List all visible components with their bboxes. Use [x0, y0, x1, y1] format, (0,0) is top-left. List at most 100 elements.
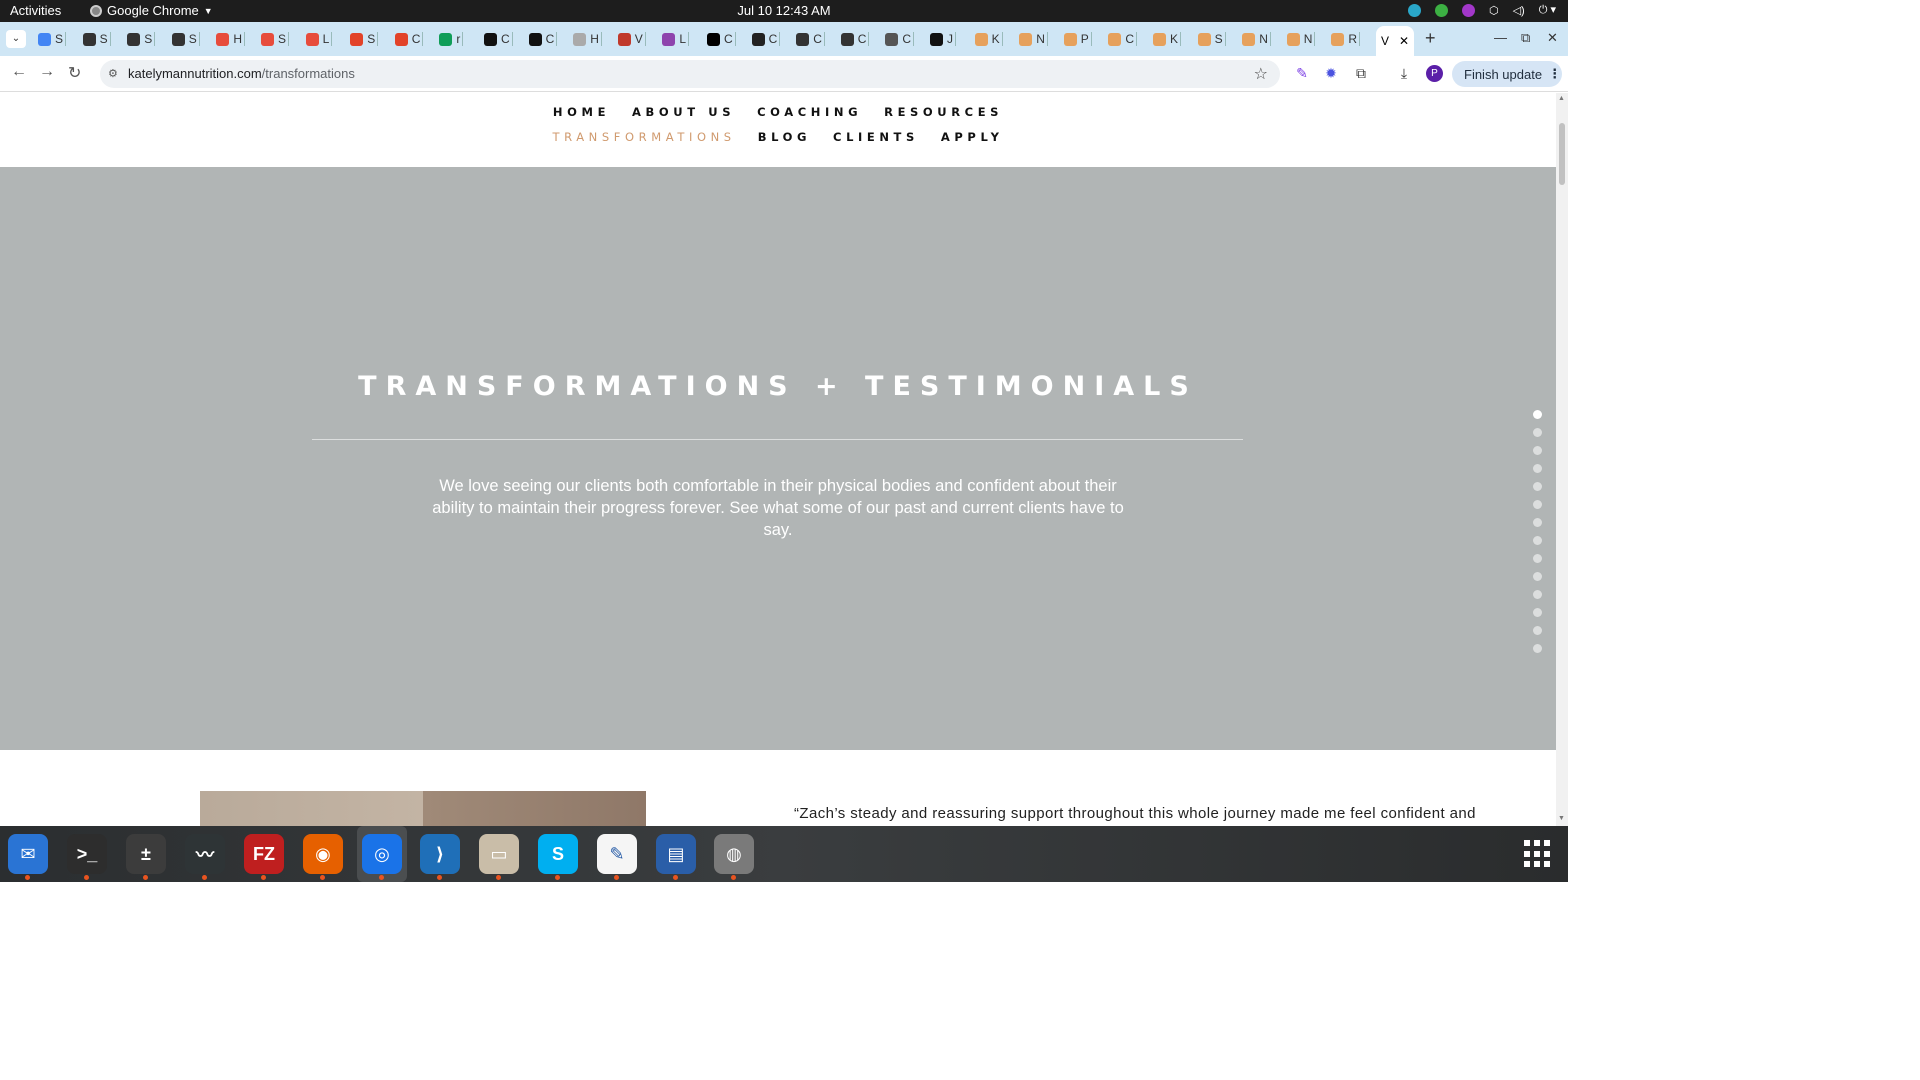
disk-utility-icon[interactable]: ◍ — [714, 834, 754, 880]
browser-tab[interactable]: R — [1331, 28, 1361, 50]
section-dot[interactable] — [1533, 590, 1542, 599]
browser-tab[interactable]: S — [350, 28, 379, 50]
browser-tab[interactable]: H — [573, 28, 602, 50]
forward-button[interactable]: → — [39, 63, 55, 81]
files-icon[interactable]: ▭ — [479, 834, 519, 880]
section-dot[interactable] — [1533, 464, 1542, 473]
browser-tab[interactable]: C — [528, 28, 558, 50]
browser-tab[interactable]: L — [662, 28, 690, 50]
nav-link-apply[interactable]: APPLY — [941, 130, 1004, 144]
scroll-up-arrow[interactable]: ▲ — [1558, 95, 1565, 102]
section-dot[interactable] — [1533, 554, 1542, 563]
profile-avatar[interactable]: P — [1426, 65, 1443, 82]
browser-tab[interactable]: S — [127, 28, 156, 50]
browser-tab[interactable]: P — [1063, 28, 1092, 50]
section-dot[interactable] — [1533, 626, 1542, 635]
system-tray[interactable]: ⬡ ◁) ⏻ ▾ — [1407, 3, 1556, 17]
filezilla-icon[interactable]: FZ — [244, 834, 284, 880]
browser-tab[interactable]: S — [171, 28, 200, 50]
browser-tab[interactable]: C — [1108, 28, 1138, 50]
section-dot[interactable] — [1533, 410, 1542, 419]
activities-button[interactable]: Activities — [10, 3, 61, 18]
browser-tab[interactable]: J — [930, 28, 956, 50]
address-bar[interactable]: ⚙ katelymannutrition.com/transformations… — [100, 60, 1280, 88]
browser-tab[interactable]: N — [1242, 28, 1271, 50]
tab-search-button[interactable]: ⌄ — [6, 30, 26, 48]
section-dot[interactable] — [1533, 500, 1542, 509]
thunderbird-icon[interactable]: ✉ — [8, 834, 48, 880]
browser-tab[interactable]: K — [1153, 28, 1182, 50]
back-button[interactable]: ← — [11, 63, 27, 81]
browser-tab[interactable]: r — [439, 28, 464, 50]
browser-tab[interactable]: C — [885, 28, 915, 50]
section-dot[interactable] — [1533, 482, 1542, 491]
libreoffice-writer-icon[interactable]: ▤ — [656, 834, 696, 880]
volume-icon[interactable]: ◁) — [1513, 4, 1525, 17]
url-text[interactable]: katelymannutrition.com/transformations — [128, 66, 355, 81]
browser-tab[interactable]: C — [394, 28, 424, 50]
close-tab-icon[interactable]: ✕ — [1399, 34, 1409, 48]
vscode-icon[interactable]: ⟩ — [420, 834, 460, 880]
nav-link-transformations[interactable]: TRANSFORMATIONS — [552, 130, 735, 144]
browser-tab[interactable]: L — [305, 28, 333, 50]
minimize-button[interactable]: — — [1494, 30, 1507, 45]
page-scrollbar[interactable]: ▲ ▼ — [1556, 93, 1568, 826]
section-dot[interactable] — [1533, 608, 1542, 617]
pen-extension-icon[interactable]: ✎ — [1294, 65, 1310, 81]
reload-button[interactable]: ↻ — [68, 63, 81, 83]
section-dot[interactable] — [1533, 428, 1542, 437]
browser-tab[interactable]: S — [1197, 28, 1226, 50]
clock[interactable]: Jul 10 12:43 AM — [737, 3, 830, 18]
nav-link-coaching[interactable]: COACHING — [757, 105, 862, 119]
firefox-icon[interactable]: ◉ — [303, 834, 343, 880]
browser-tab[interactable]: C — [707, 28, 736, 50]
scroll-thumb[interactable] — [1559, 123, 1565, 185]
nav-link-about-us[interactable]: ABOUT US — [632, 105, 735, 119]
app-menu[interactable]: Google Chrome ▼ — [90, 3, 213, 18]
browser-tab[interactable]: N — [1286, 28, 1316, 50]
restore-button[interactable]: ⧉ — [1521, 30, 1530, 46]
close-window-button[interactable]: ✕ — [1547, 30, 1558, 46]
nav-link-blog[interactable]: BLOG — [758, 130, 811, 144]
browser-tab[interactable]: V — [617, 28, 646, 50]
browser-tab[interactable]: C — [796, 28, 825, 50]
skype-icon[interactable]: S — [538, 834, 578, 880]
section-dot[interactable] — [1533, 446, 1542, 455]
terminal-icon[interactable]: >_ — [67, 834, 107, 880]
browser-tab[interactable]: H — [216, 28, 246, 50]
network-icon[interactable]: ⬡ — [1489, 4, 1499, 17]
sync-icon[interactable] — [1407, 3, 1421, 17]
browser-tab[interactable]: C — [751, 28, 781, 50]
chrome-icon[interactable]: ◎ — [362, 834, 402, 880]
show-apps-icon[interactable] — [1524, 840, 1552, 868]
check-icon[interactable] — [1434, 3, 1448, 17]
power-icon[interactable]: ⏻ ▾ — [1539, 3, 1556, 17]
browser-tab[interactable]: S — [261, 28, 290, 50]
new-tab-button[interactable]: + — [1425, 28, 1436, 49]
text-editor-icon[interactable]: ✎ — [597, 834, 637, 880]
gear-extension-icon[interactable]: ✹ — [1323, 65, 1339, 81]
puzzle-extensions-icon[interactable]: ⧉ — [1353, 65, 1369, 81]
extension-icon[interactable] — [1461, 3, 1475, 17]
browser-tab[interactable]: K — [974, 28, 1003, 50]
download-icon[interactable]: ⤓ — [1396, 65, 1412, 81]
browser-tab[interactable]: N — [1019, 28, 1048, 50]
nav-link-clients[interactable]: CLIENTS — [833, 130, 919, 144]
browser-tab[interactable]: C — [840, 28, 870, 50]
nav-link-resources[interactable]: RESOURCES — [884, 105, 1003, 119]
section-dot[interactable] — [1533, 536, 1542, 545]
section-dot[interactable] — [1533, 644, 1542, 653]
finish-update-button[interactable]: Finish update ⋮ — [1452, 61, 1562, 87]
calculator-icon[interactable]: ± — [126, 834, 166, 880]
nav-link-home[interactable]: HOME — [553, 105, 610, 119]
active-tab[interactable]: V ✕ — [1376, 26, 1414, 56]
browser-tab[interactable]: S — [82, 28, 111, 50]
site-info-icon[interactable]: ⚙ — [108, 67, 120, 80]
system-monitor-icon[interactable]: 〰 — [185, 834, 225, 880]
browser-tab[interactable]: C — [484, 28, 513, 50]
bookmark-star-icon[interactable]: ☆ — [1254, 64, 1268, 84]
browser-tab[interactable]: S — [38, 28, 67, 50]
section-dot[interactable] — [1533, 518, 1542, 527]
scroll-down-arrow[interactable]: ▼ — [1558, 815, 1565, 822]
section-dot[interactable] — [1533, 572, 1542, 581]
